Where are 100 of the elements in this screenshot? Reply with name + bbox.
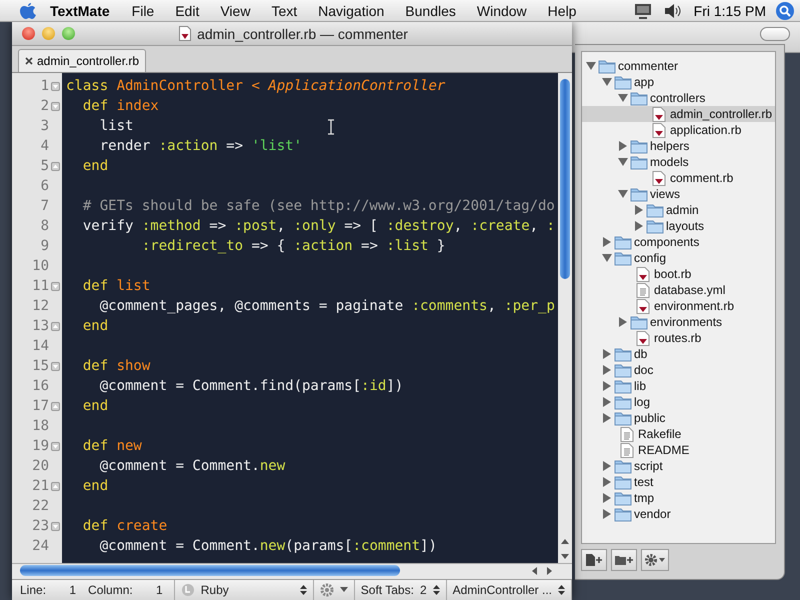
- disclosure-triangle-icon[interactable]: [602, 493, 612, 503]
- line-number: 24: [32, 538, 49, 554]
- fold-icon[interactable]: [51, 162, 60, 170]
- close-icon[interactable]: [25, 57, 33, 65]
- tree-item[interactable]: controllers: [582, 90, 775, 106]
- disclosure-triangle-icon[interactable]: [602, 477, 612, 487]
- tree-item[interactable]: vendor: [582, 506, 775, 522]
- apple-icon[interactable]: [20, 2, 36, 20]
- disclosure-triangle-icon[interactable]: [586, 61, 596, 71]
- fold-icon[interactable]: [51, 522, 60, 530]
- folder-icon: [614, 74, 632, 90]
- folder-icon: [598, 58, 616, 74]
- menu-item[interactable]: Navigation: [318, 2, 384, 18]
- display-icon[interactable]: [634, 2, 652, 18]
- line-number: 18: [32, 418, 49, 434]
- new-folder-button[interactable]: [611, 549, 637, 571]
- menu-item[interactable]: Bundles: [405, 2, 456, 18]
- file-tab[interactable]: admin_controller.rb: [18, 49, 146, 72]
- tree-item[interactable]: application.rb: [582, 122, 775, 138]
- code-token: => {: [250, 238, 286, 254]
- soft-tabs-value: 2: [420, 583, 427, 597]
- fold-icon[interactable]: [51, 282, 60, 290]
- disclosure-triangle-icon[interactable]: [602, 509, 612, 519]
- tree-item[interactable]: public: [582, 410, 775, 426]
- disclosure-triangle-icon[interactable]: [618, 93, 628, 103]
- tree-item[interactable]: commenter: [582, 58, 775, 74]
- disclosure-triangle-icon[interactable]: [602, 397, 612, 407]
- code-area[interactable]: [62, 73, 558, 563]
- fold-icon[interactable]: [51, 322, 60, 330]
- volume-icon[interactable]: [664, 2, 682, 18]
- tree-item[interactable]: lib: [582, 378, 775, 394]
- new-file-button[interactable]: [581, 549, 607, 571]
- menu-item[interactable]: File: [132, 2, 154, 18]
- tree-item[interactable]: doc: [582, 362, 775, 378]
- vertical-scrollbar[interactable]: [558, 73, 572, 563]
- settings-menu-button[interactable]: [641, 549, 669, 571]
- disclosure-triangle-icon[interactable]: [618, 317, 628, 327]
- disclosure-triangle-icon[interactable]: [602, 77, 612, 87]
- search-icon[interactable]: [776, 2, 794, 20]
- menu-item[interactable]: Window: [476, 2, 527, 18]
- menu-clock[interactable]: Fri 1:15 PM: [694, 2, 766, 18]
- fold-icon[interactable]: [51, 402, 60, 410]
- tree-item[interactable]: routes.rb: [582, 330, 775, 346]
- window-title: admin_controller.rb — commenter: [197, 26, 408, 42]
- tree-item[interactable]: admin: [582, 202, 775, 218]
- disclosure-triangle-icon[interactable]: [602, 253, 612, 263]
- disclosure-triangle-icon[interactable]: [602, 413, 612, 423]
- tree-item[interactable]: database.yml: [582, 282, 775, 298]
- disclosure-triangle-icon[interactable]: [618, 141, 628, 151]
- tree-item[interactable]: layouts: [582, 218, 775, 234]
- folder-icon: [646, 218, 664, 234]
- tree-item[interactable]: views: [582, 186, 775, 202]
- tree-item[interactable]: app: [582, 74, 775, 90]
- folder-icon: [614, 410, 632, 426]
- caret-icon: [340, 587, 348, 593]
- soft-tabs-popup[interactable]: Soft Tabs: 2: [354, 580, 447, 600]
- tree-item[interactable]: boot.rb: [582, 266, 775, 282]
- tree-item[interactable]: helpers: [582, 138, 775, 154]
- tree-item[interactable]: db: [582, 346, 775, 362]
- fold-icon[interactable]: [51, 102, 60, 110]
- fold-icon[interactable]: [51, 482, 60, 490]
- tree-item[interactable]: log: [582, 394, 775, 410]
- disclosure-triangle-icon[interactable]: [602, 365, 612, 375]
- menu-item[interactable]: Help: [548, 2, 576, 18]
- tree-item[interactable]: admin_controller.rb: [582, 106, 775, 122]
- new-file-icon: [585, 553, 603, 567]
- tree-item[interactable]: comment.rb: [582, 170, 775, 186]
- menu-item[interactable]: View: [220, 2, 250, 18]
- tree-item[interactable]: tmp: [582, 490, 775, 506]
- disclosure-triangle-icon[interactable]: [634, 205, 644, 215]
- disclosure-triangle-icon[interactable]: [602, 349, 612, 359]
- disclosure-triangle-icon[interactable]: [618, 157, 628, 167]
- line-value: 1: [68, 583, 76, 597]
- fold-icon[interactable]: [51, 362, 60, 370]
- close-button[interactable]: [22, 27, 35, 40]
- disclosure-triangle-icon[interactable]: [602, 237, 612, 247]
- code-token: @comment = Comment.: [98, 458, 260, 474]
- disclosure-triangle-icon[interactable]: [602, 381, 612, 391]
- tree-item[interactable]: Rakefile: [582, 426, 775, 442]
- disclosure-triangle-icon[interactable]: [602, 461, 612, 471]
- language-popup[interactable]: Ruby: [174, 580, 314, 600]
- tree-item[interactable]: test: [582, 474, 775, 490]
- toolbar-toggle-button[interactable]: [760, 27, 790, 41]
- fold-icon[interactable]: [51, 442, 60, 450]
- menu-item[interactable]: Edit: [175, 2, 200, 18]
- code-token: :action: [294, 238, 353, 254]
- code-token: ,: [530, 218, 540, 234]
- app-menu[interactable]: TextMate: [50, 2, 110, 18]
- tree-item[interactable]: README: [582, 442, 775, 458]
- tree-item[interactable]: config: [582, 250, 775, 266]
- tree-item[interactable]: environments: [582, 314, 775, 330]
- disclosure-triangle-icon[interactable]: [634, 221, 644, 231]
- disclosure-triangle-icon[interactable]: [618, 189, 628, 199]
- tree-item[interactable]: environment.rb: [582, 298, 775, 314]
- tree-item[interactable]: components: [582, 234, 775, 250]
- symbol-popup[interactable]: AdminController ...: [446, 580, 572, 600]
- fold-icon[interactable]: [51, 82, 60, 90]
- tree-item[interactable]: script: [582, 458, 775, 474]
- tree-item[interactable]: models: [582, 154, 775, 170]
- menu-item[interactable]: Text: [271, 2, 298, 18]
